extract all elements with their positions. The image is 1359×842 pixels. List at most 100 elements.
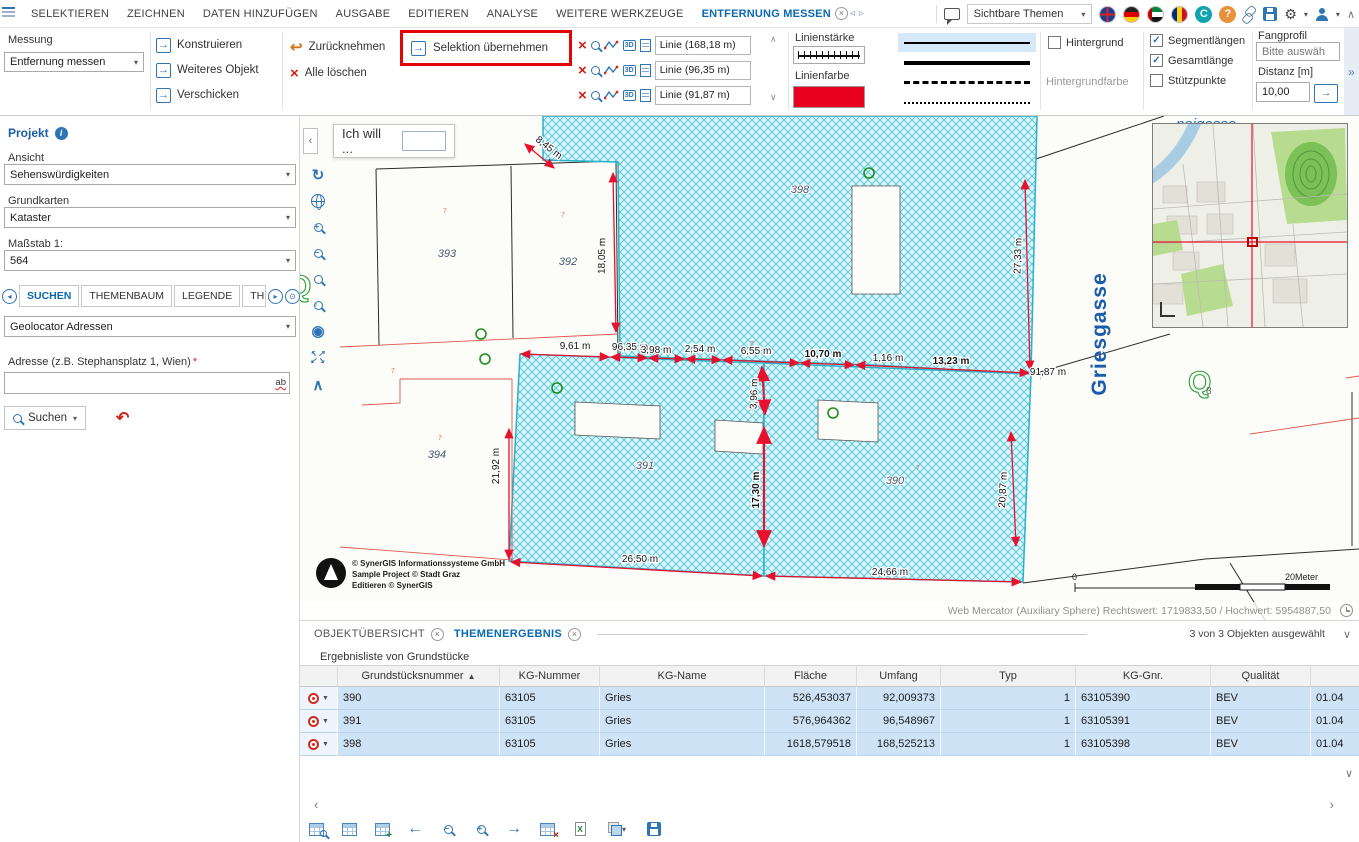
menu-selektieren[interactable]: SELEKTIEREN: [22, 8, 118, 20]
caret-down-icon[interactable]: ▼: [322, 718, 329, 725]
line-details-icon[interactable]: [640, 64, 651, 77]
collapse-menubar-icon[interactable]: ∧: [1347, 8, 1355, 21]
zoom-to-line-icon[interactable]: [591, 91, 600, 100]
header-umfang[interactable]: Umfang: [857, 665, 941, 687]
tab-suchen[interactable]: SUCHEN: [19, 285, 79, 307]
clear-selection-icon[interactable]: ×: [537, 819, 557, 839]
close-icon[interactable]: ×: [568, 628, 581, 641]
expand-ribbon-icon[interactable]: »: [1344, 28, 1359, 115]
menu-ausgabe[interactable]: AUSGABE: [327, 8, 400, 20]
tab-themen[interactable]: THEM: [242, 285, 266, 307]
line-style-option[interactable]: [898, 53, 1036, 72]
scroll-down-icon[interactable]: ∨: [1345, 767, 1353, 780]
collapse-sidebar-icon[interactable]: ‹: [303, 128, 318, 154]
refresh-icon[interactable]: ↻: [306, 164, 330, 186]
table-row[interactable]: ▼ 391 63105 Gries 576,964362 96,548967 1…: [300, 710, 1359, 733]
view-3d-icon[interactable]: 3D: [623, 40, 636, 51]
view-3d-icon[interactable]: 3D: [623, 65, 636, 76]
line-entry[interactable]: Linie (96,35 m): [655, 61, 751, 80]
tab-themenbaum[interactable]: THEMENBAUM: [81, 285, 172, 307]
header-typ[interactable]: Typ: [941, 665, 1076, 687]
header-grundstuecksnummer[interactable]: Grundstücksnummer ▲: [338, 665, 500, 687]
caret-down-icon[interactable]: ▾: [1304, 10, 1308, 19]
horizontal-scrollbar[interactable]: ‹ ›: [300, 797, 1342, 815]
menu-daten-hinzufuegen[interactable]: DATEN HINZUFÜGEN: [194, 8, 327, 20]
next-record-icon[interactable]: →: [504, 819, 524, 839]
record-icon[interactable]: [308, 716, 319, 727]
distanz-input[interactable]: 10,00: [1256, 82, 1310, 102]
selektion-uebernehmen-button[interactable]: → Selektion übernehmen: [400, 30, 572, 66]
ich-will-widget[interactable]: Ich will ...: [333, 124, 455, 158]
full-extent-icon[interactable]: ↖↗↙↘: [306, 346, 330, 368]
scroll-right-icon[interactable]: ›: [1330, 797, 1334, 812]
previous-record-icon[interactable]: ←: [405, 819, 425, 839]
line-style-option[interactable]: [898, 73, 1036, 92]
record-icon[interactable]: [308, 739, 319, 750]
delete-line-icon[interactable]: ×: [578, 63, 587, 78]
weiteres-objekt-button[interactable]: → Weiteres Objekt: [156, 61, 259, 79]
clock-icon[interactable]: [1340, 604, 1353, 617]
tab-legende[interactable]: LEGENDE: [174, 285, 240, 307]
center-map-icon[interactable]: ◉: [306, 320, 330, 342]
language-arabic-icon[interactable]: [1147, 6, 1164, 23]
scroll-left-icon[interactable]: ‹: [314, 797, 318, 812]
save-table-icon[interactable]: [644, 819, 664, 839]
table-add-icon[interactable]: +: [372, 819, 392, 839]
line-style-option[interactable]: [898, 93, 1036, 112]
measure-line-icon[interactable]: [604, 64, 619, 76]
menu-entfernung-messen[interactable]: ENTFERNUNG MESSEN: [693, 8, 835, 20]
zoom-out-icon[interactable]: [306, 242, 330, 264]
zoom-in-icon[interactable]: [471, 819, 491, 839]
close-icon[interactable]: ×: [431, 628, 444, 641]
suchen-button[interactable]: Suchen ▾: [4, 406, 86, 430]
collapse-tools-icon[interactable]: ∧: [306, 374, 330, 396]
gear-icon[interactable]: ⚙: [1284, 7, 1297, 21]
line-color-swatch[interactable]: [793, 86, 865, 108]
line-details-icon[interactable]: [640, 39, 651, 52]
language-english-icon[interactable]: [1099, 6, 1116, 23]
language-romanian-icon[interactable]: [1171, 6, 1188, 23]
scroll-lines-up-icon[interactable]: ∧: [770, 34, 777, 45]
apply-distanz-button[interactable]: →: [1314, 84, 1338, 103]
table-row[interactable]: ▼ 390 63105 Gries 526,453037 92,009373 1…: [300, 687, 1359, 710]
table-icon[interactable]: [339, 819, 359, 839]
header-datum[interactable]: [1311, 665, 1359, 687]
close-tool-icon[interactable]: ×: [835, 7, 848, 20]
collapse-panel-icon[interactable]: ∨: [1335, 628, 1359, 641]
help-icon[interactable]: ?: [1219, 6, 1236, 23]
ich-will-input[interactable]: [402, 131, 446, 151]
measure-line-icon[interactable]: [604, 89, 619, 101]
tabs-scroll-left-icon[interactable]: ◂: [2, 289, 17, 304]
language-german-icon[interactable]: [1123, 6, 1140, 23]
table-row[interactable]: ▼ 398 63105 Gries 1618,579518 168,525213…: [300, 733, 1359, 756]
zoom-in-icon[interactable]: [306, 216, 330, 238]
ansicht-select[interactable]: Sehenswürdigkeiten ▾: [4, 164, 296, 185]
app-menu-icon[interactable]: [2, 7, 15, 20]
tab-objektuebersicht[interactable]: OBJEKTÜBERSICHT ×: [314, 628, 444, 641]
share-link-icon[interactable]: [1241, 5, 1259, 23]
verschicken-button[interactable]: → Verschicken: [156, 86, 239, 104]
info-icon[interactable]: i: [55, 127, 68, 140]
header-kg-name[interactable]: KG-Name: [600, 665, 765, 687]
nav-prev-icon[interactable]: ◃: [848, 8, 857, 19]
record-icon[interactable]: [308, 693, 319, 704]
globe-icon[interactable]: [306, 190, 330, 212]
zoom-to-selection-icon[interactable]: [306, 819, 326, 839]
zoom-previous-icon[interactable]: [306, 268, 330, 290]
line-width-select[interactable]: [793, 46, 865, 64]
spellcheck-icon[interactable]: ab: [275, 377, 286, 388]
header-kg-gnr[interactable]: KG-Gnr.: [1076, 665, 1211, 687]
hintergrund-checkbox[interactable]: Hintergrund: [1048, 36, 1123, 49]
header-qualitaet[interactable]: Qualität: [1211, 665, 1311, 687]
segmentlaengen-checkbox[interactable]: ✓ Segmentlängen: [1150, 34, 1245, 47]
zoom-to-line-icon[interactable]: [591, 41, 600, 50]
line-entry[interactable]: Linie (91,87 m): [655, 86, 751, 105]
zoom-out-icon[interactable]: [438, 819, 458, 839]
view-3d-icon[interactable]: 3D: [623, 90, 636, 101]
excel-export-icon[interactable]: X: [570, 819, 590, 839]
messung-select[interactable]: Entfernung messen ▾: [4, 52, 144, 72]
adresse-input[interactable]: [5, 373, 272, 393]
line-entry[interactable]: Linie (168,18 m): [655, 36, 751, 55]
overview-map[interactable]: [1152, 123, 1348, 328]
alle-loeschen-button[interactable]: × Alle löschen: [290, 64, 367, 82]
